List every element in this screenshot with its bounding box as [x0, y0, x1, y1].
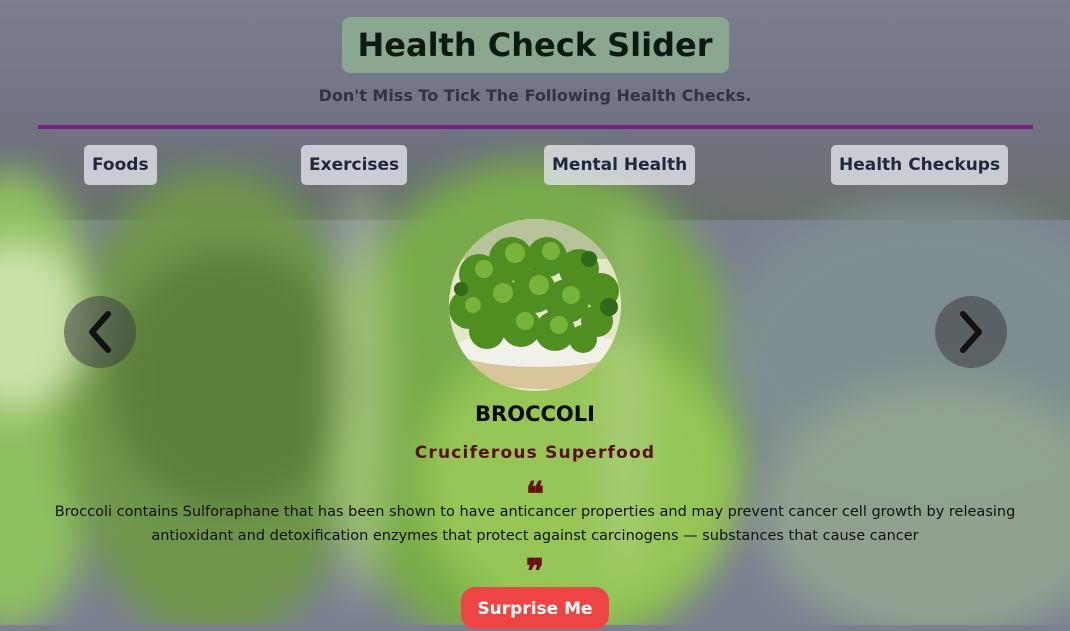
- tab-health-checkups[interactable]: Health Checkups: [831, 145, 1009, 185]
- chevron-left-icon: [89, 311, 111, 353]
- quote-close-icon: ❞: [525, 552, 545, 592]
- header: Health Check Slider: [0, 17, 1070, 73]
- page-title: Health Check Slider: [341, 17, 729, 73]
- next-slide-button[interactable]: [935, 296, 1007, 368]
- tab-mental-health[interactable]: Mental Health: [544, 145, 696, 185]
- item-photo: [449, 219, 621, 391]
- tab-foods[interactable]: Foods: [84, 145, 157, 185]
- page-subtitle: Don't Miss To Tick The Following Health …: [318, 86, 752, 105]
- header-divider: [38, 125, 1033, 129]
- tab-exercises[interactable]: Exercises: [301, 145, 408, 185]
- item-description: Broccoli contains Sulforaphane that has …: [54, 504, 1016, 544]
- prev-slide-button[interactable]: [64, 296, 136, 368]
- broccoli-image: [449, 219, 621, 391]
- surprise-me-button[interactable]: Surprise Me: [461, 587, 609, 629]
- item-name: BROCCOLI: [475, 402, 595, 426]
- item-tagline: Cruciferous Superfood: [414, 443, 656, 463]
- chevron-right-icon: [960, 311, 982, 353]
